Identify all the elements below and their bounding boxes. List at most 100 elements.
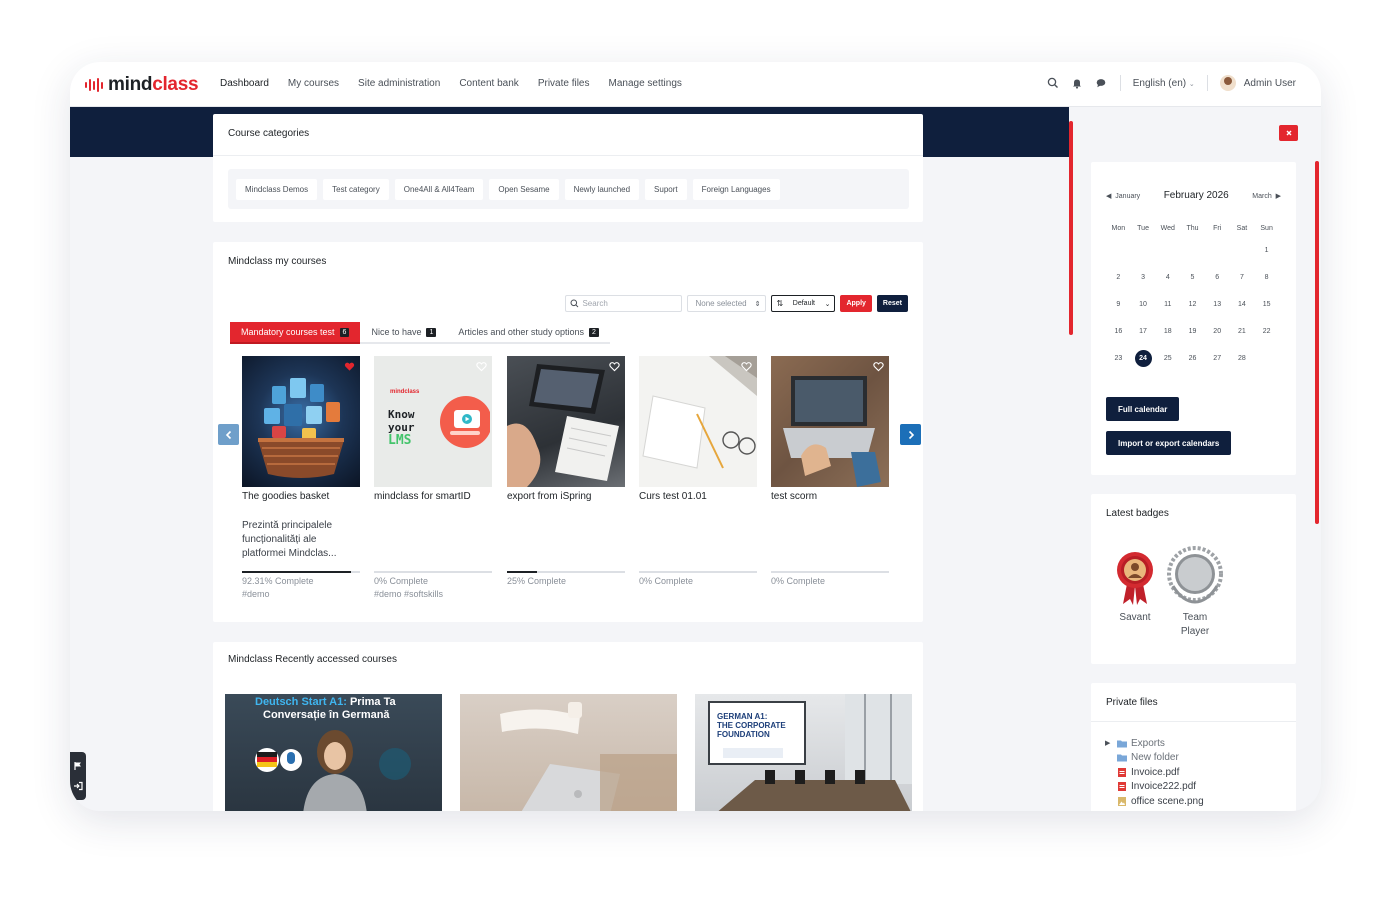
course-filter-select[interactable]: None selected ⇕ (687, 295, 767, 312)
badge-savant[interactable]: Savant (1105, 546, 1165, 625)
file-row-pdf[interactable]: Invoice222.pdf (1105, 780, 1204, 795)
calendar-day[interactable]: 3 (1131, 264, 1156, 291)
tab-mandatory-courses[interactable]: Mandatory courses test 6 (230, 322, 361, 344)
recent-course-thumbnail[interactable]: Deutsch Start A1: Prima Ta Conversație î… (225, 694, 442, 811)
course-thumbnail[interactable] (771, 356, 889, 487)
nav-private-files[interactable]: Private files (538, 78, 590, 89)
course-name[interactable]: export from iSpring (507, 491, 625, 505)
calendar-prev-month[interactable]: ◀ January (1106, 192, 1140, 200)
calendar-day[interactable]: 10 (1131, 291, 1156, 318)
calendar-day[interactable]: 1 (1254, 237, 1279, 264)
calendar-day[interactable]: 15 (1254, 291, 1279, 318)
calendar-day[interactable]: 25 (1155, 345, 1180, 372)
calendar-day[interactable]: 9 (1106, 291, 1131, 318)
category-chip[interactable]: Test category (323, 178, 389, 200)
course-name[interactable]: The goodies basket (242, 491, 360, 505)
carousel-next-button[interactable] (900, 424, 921, 445)
nav-content-bank[interactable]: Content bank (459, 78, 519, 89)
calendar-day-today[interactable]: 24 (1131, 345, 1156, 372)
brand-logo[interactable]: mindclass (85, 74, 199, 96)
calendar-day[interactable]: 27 (1205, 345, 1230, 372)
close-drawer-button[interactable] (1279, 125, 1298, 141)
calendar-day[interactable]: 19 (1180, 318, 1205, 345)
calendar-day[interactable]: 23 (1106, 345, 1131, 372)
recent-course-thumbnail[interactable] (460, 694, 677, 811)
calendar-day[interactable]: 13 (1205, 291, 1230, 318)
file-row-image[interactable]: office scene.png (1105, 794, 1204, 809)
badge-team-player[interactable]: Team Player (1165, 546, 1225, 639)
calendar-day[interactable]: 11 (1155, 291, 1180, 318)
calendar-day[interactable]: 28 (1230, 345, 1255, 372)
category-chip[interactable]: Suport (645, 178, 687, 200)
recent-course-thumbnail[interactable]: GERMAN A1: THE CORPORATE FOUNDATION (695, 694, 912, 811)
favorite-heart-icon[interactable] (741, 361, 752, 372)
favorite-heart-icon[interactable] (344, 361, 355, 372)
favorite-heart-icon[interactable] (873, 361, 884, 372)
apply-button[interactable]: Apply (840, 295, 872, 312)
calendar-day[interactable]: 22 (1254, 318, 1279, 345)
calendar-next-month[interactable]: March ▶ (1252, 192, 1281, 200)
category-chip[interactable]: Newly launched (564, 178, 640, 200)
calendar-day[interactable]: 20 (1205, 318, 1230, 345)
calendar-day[interactable]: 12 (1180, 291, 1205, 318)
file-row-folder[interactable]: New folder (1105, 751, 1204, 766)
nav-manage-settings[interactable]: Manage settings (609, 78, 682, 89)
calendar-day[interactable]: 14 (1230, 291, 1255, 318)
calendar-day[interactable]: 5 (1180, 264, 1205, 291)
course-name[interactable]: test scorm (771, 491, 889, 505)
course-search-input[interactable]: Search (565, 295, 683, 312)
calendar-day[interactable]: 21 (1230, 318, 1255, 345)
tab-nice-to-have[interactable]: Nice to have 1 (360, 322, 448, 344)
nav-my-courses[interactable]: My courses (288, 78, 339, 89)
drawer-scrollbar[interactable] (1315, 161, 1319, 524)
avatar[interactable] (1219, 75, 1236, 91)
bell-icon[interactable] (1070, 76, 1084, 90)
course-thumbnail[interactable] (242, 356, 360, 487)
nav-dashboard[interactable]: Dashboard (220, 78, 269, 89)
calendar-day[interactable]: 16 (1106, 318, 1131, 345)
full-calendar-button[interactable]: Full calendar (1106, 397, 1180, 421)
course-card[interactable]: Curs test 01.01 0% Complete (639, 356, 757, 589)
login-arrow-icon[interactable] (73, 781, 83, 791)
calendar-day[interactable]: 2 (1106, 264, 1131, 291)
category-chip[interactable]: Mindclass Demos (236, 178, 318, 200)
calendar-day[interactable]: 18 (1155, 318, 1180, 345)
calendar-day[interactable]: 17 (1131, 318, 1156, 345)
expand-caret-icon[interactable]: ▶ (1105, 739, 1113, 747)
main-scrollbar[interactable] (1069, 121, 1073, 335)
course-tags[interactable]: #demo (242, 589, 360, 599)
calendar-day[interactable]: 26 (1180, 345, 1205, 372)
flag-icon[interactable] (73, 761, 83, 771)
favorite-heart-icon[interactable] (476, 361, 487, 372)
nav-site-administration[interactable]: Site administration (358, 78, 440, 89)
calendar-day[interactable]: 7 (1230, 264, 1255, 291)
course-card[interactable]: export from iSpring 25% Complete (507, 356, 625, 589)
favorite-heart-icon[interactable] (609, 361, 620, 372)
category-chip[interactable]: Open Sesame (489, 178, 559, 200)
file-row-pdf[interactable]: Invoice.pdf (1105, 765, 1204, 780)
category-chip[interactable]: Foreign Languages (692, 178, 780, 200)
tab-articles[interactable]: Articles and other study options 2 (447, 322, 610, 344)
course-tags[interactable]: #demo #softskills (374, 589, 492, 599)
course-thumbnail[interactable] (639, 356, 757, 487)
course-card[interactable]: test scorm 0% Complete (771, 356, 889, 589)
course-card[interactable]: mindclass Know your LMS mindclass for sm… (374, 356, 492, 599)
language-selector[interactable]: English (en) ⌄ (1133, 78, 1195, 89)
course-name[interactable]: mindclass for smartID (374, 491, 492, 505)
messages-icon[interactable] (1094, 76, 1108, 90)
course-card[interactable]: The goodies basket Prezintă principalele… (242, 356, 360, 599)
category-chip[interactable]: One4All & All4Team (394, 178, 484, 200)
calendar-day[interactable]: 8 (1254, 264, 1279, 291)
calendar-day[interactable]: 6 (1205, 264, 1230, 291)
carousel-prev-button[interactable] (218, 424, 239, 445)
file-row-folder[interactable]: ▶ Exports (1105, 736, 1204, 751)
course-sort-select[interactable]: ⇅ Default ⌄ (771, 295, 836, 312)
import-export-calendars-button[interactable]: Import or export calendars (1106, 431, 1232, 455)
user-name[interactable]: Admin User (1244, 78, 1296, 89)
course-thumbnail[interactable]: mindclass Know your LMS (374, 356, 492, 487)
course-thumbnail[interactable] (507, 356, 625, 487)
search-icon[interactable] (1046, 76, 1060, 90)
calendar-day[interactable]: 4 (1155, 264, 1180, 291)
course-name[interactable]: Curs test 01.01 (639, 491, 757, 505)
reset-button[interactable]: Reset (876, 295, 908, 312)
